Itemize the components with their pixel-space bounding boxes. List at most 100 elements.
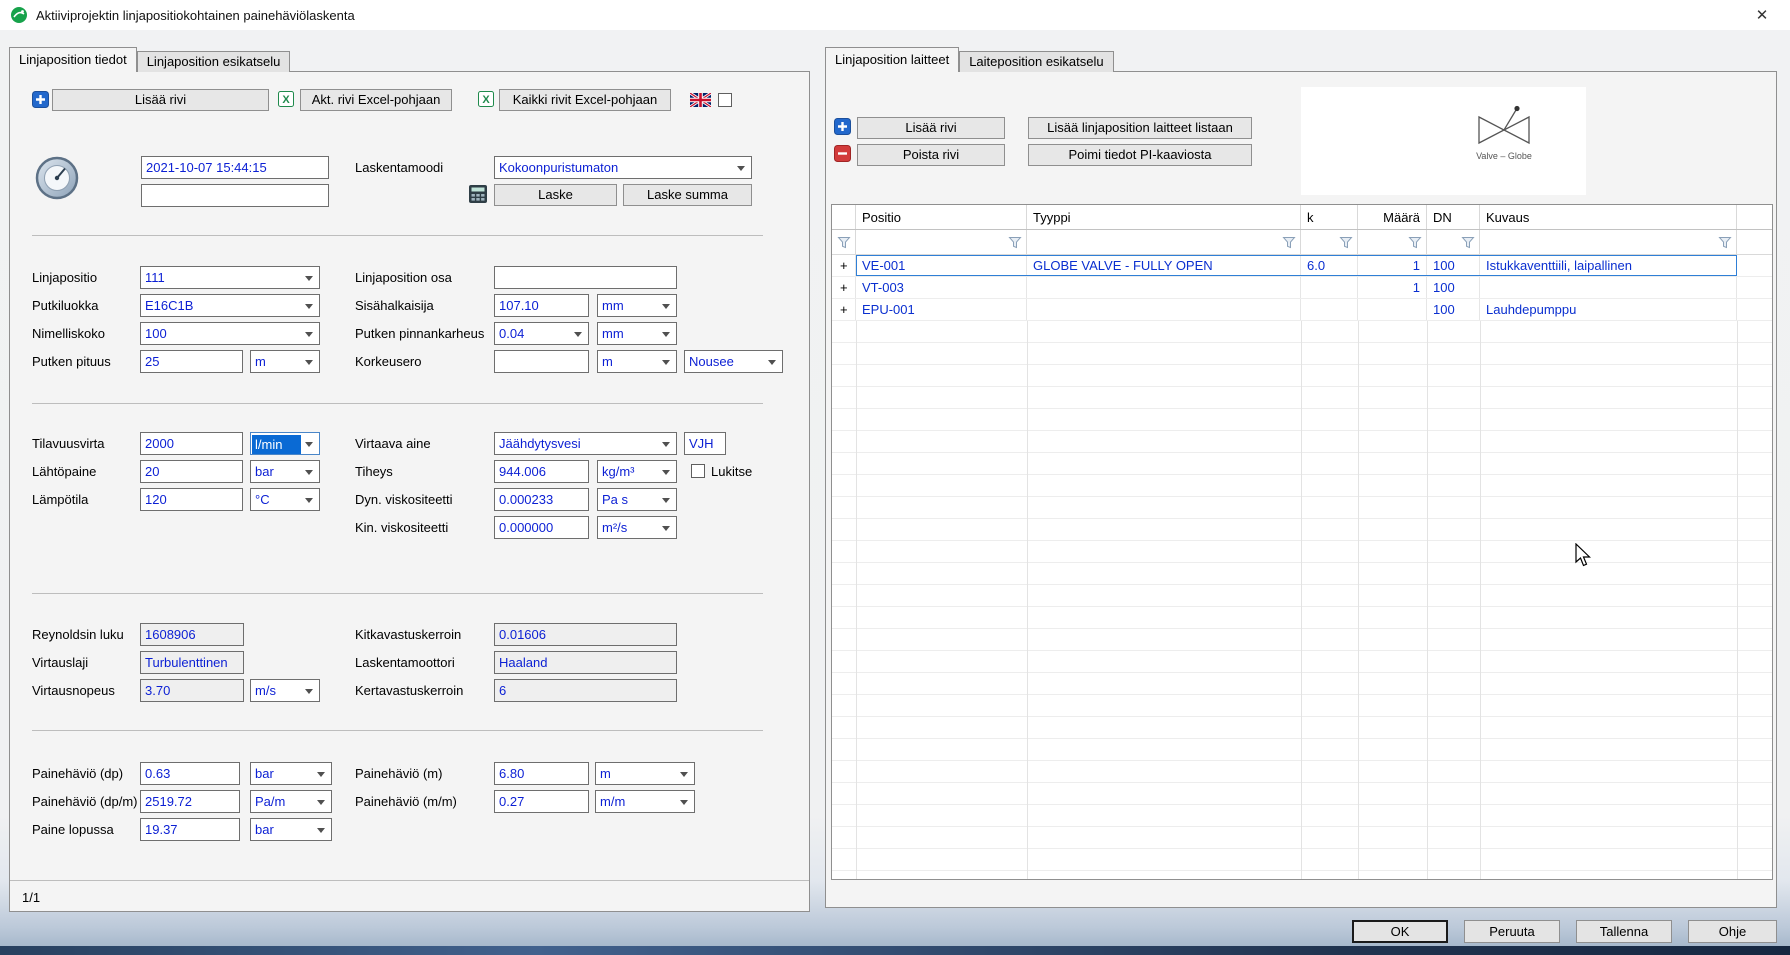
cell-dn[interactable]: 100 [1427, 255, 1480, 276]
row-expand-toggle[interactable]: + [832, 255, 856, 276]
pinnankarheus-unit-select[interactable]: mm [597, 322, 677, 345]
poimi-pi-kaaviosta-button[interactable]: Poimi tiedot PI-kaaviosta [1028, 144, 1252, 166]
korkeusero-field[interactable] [494, 350, 589, 373]
col-header-kuvaus[interactable]: Kuvaus [1480, 205, 1737, 229]
ok-button[interactable]: OK [1352, 920, 1448, 943]
cell-dn[interactable]: 100 [1427, 299, 1480, 320]
painehavio-dp-unit-select[interactable]: bar [250, 762, 332, 785]
col-header-dn[interactable]: DN [1427, 205, 1480, 229]
calculator-icon[interactable] [469, 185, 487, 203]
korkeusero-unit-select[interactable]: m [597, 350, 677, 373]
filter-icon[interactable] [837, 236, 851, 249]
pinnankarheus-select[interactable]: 0.04 [494, 322, 589, 345]
putken-pituus-field[interactable]: 25 [140, 350, 243, 373]
cell-maara[interactable]: 1 [1358, 255, 1427, 276]
virtausnopeus-unit-select[interactable]: m/s [250, 679, 320, 702]
table-row[interactable]: + VT-003 1 100 [832, 277, 1772, 299]
peruuta-button[interactable]: Peruuta [1464, 920, 1560, 943]
painehavio-dpm-unit-select[interactable]: Pa/m [250, 790, 332, 813]
language-checkbox[interactable] [718, 93, 732, 107]
excel-icon[interactable]: X [478, 91, 494, 107]
cell-tyyppi[interactable] [1027, 299, 1301, 320]
filter-cell[interactable] [1427, 230, 1480, 254]
cell-k[interactable]: 6.0 [1301, 255, 1358, 276]
cell-positio[interactable]: VE-001 [856, 255, 1027, 276]
paine-lopussa-field[interactable]: 19.37 [140, 818, 240, 841]
akt-rivi-excel-button[interactable]: Akt. rivi Excel-pohjaan [300, 89, 452, 111]
kaikki-rivit-excel-button[interactable]: Kaikki rivit Excel-pohjaan [499, 89, 671, 111]
painehavio-mm-field[interactable]: 0.27 [494, 790, 589, 813]
remove-icon[interactable] [834, 145, 851, 162]
timestamp-field-2[interactable] [141, 184, 329, 207]
tallenna-button[interactable]: Tallenna [1576, 920, 1672, 943]
filter-icon[interactable] [1339, 236, 1353, 249]
filter-icon[interactable] [1282, 236, 1296, 249]
col-header-maara[interactable]: Määrä [1358, 205, 1427, 229]
filter-cell[interactable] [1301, 230, 1358, 254]
row-expand-toggle[interactable]: + [832, 299, 856, 320]
lisaa-laitteet-listaan-button[interactable]: Lisää linjaposition laitteet listaan [1028, 117, 1252, 139]
cell-positio[interactable]: VT-003 [856, 277, 1027, 298]
painehavio-m-unit-select[interactable]: m [595, 762, 695, 785]
aine-code-field[interactable]: VJH [684, 432, 726, 455]
tab-linjaposition-laitteet[interactable]: Linjaposition laitteet [825, 47, 959, 72]
dyn-viskositeetti-field[interactable]: 0.000233 [494, 488, 589, 511]
col-header-k[interactable]: k [1301, 205, 1358, 229]
cell-kuvaus[interactable] [1480, 277, 1737, 298]
row-expand-toggle[interactable]: + [832, 277, 856, 298]
linjaposition-osa-field[interactable] [494, 266, 677, 289]
ohje-button[interactable]: Ohje [1688, 920, 1777, 943]
col-header-positio[interactable]: Positio [856, 205, 1027, 229]
tab-linjaposition-tiedot[interactable]: Linjaposition tiedot [9, 47, 137, 72]
lisaa-rivi-button[interactable]: Lisää rivi [857, 117, 1005, 139]
painehavio-dpm-field[interactable]: 2519.72 [140, 790, 240, 813]
cell-dn[interactable]: 100 [1427, 277, 1480, 298]
poista-rivi-button[interactable]: Poista rivi [857, 144, 1005, 166]
painehavio-m-field[interactable]: 6.80 [494, 762, 589, 785]
putkiluokka-select[interactable]: E16C1B [140, 294, 320, 317]
close-button[interactable]: ✕ [1744, 0, 1780, 30]
cell-maara[interactable] [1358, 299, 1427, 320]
cell-tyyppi[interactable] [1027, 277, 1301, 298]
cell-kuvaus[interactable]: Istukkaventtiili, laipallinen [1480, 255, 1737, 276]
cell-kuvaus[interactable]: Lauhdepumppu [1480, 299, 1737, 320]
tiheys-unit-select[interactable]: kg/m³ [597, 460, 677, 483]
filter-icon[interactable] [1718, 236, 1732, 249]
table-row[interactable]: + VE-001 GLOBE VALVE - FULLY OPEN 6.0 1 … [832, 255, 1772, 277]
dyn-viskositeetti-unit-select[interactable]: Pa s [597, 488, 677, 511]
excel-icon[interactable]: X [278, 91, 294, 107]
filter-cell[interactable] [1480, 230, 1737, 254]
sisahalkaisija-field[interactable]: 107.10 [494, 294, 589, 317]
lampotila-unit-select[interactable]: °C [250, 488, 320, 511]
linjapositio-select[interactable]: 111 [140, 266, 320, 289]
add-icon[interactable] [32, 91, 49, 108]
kin-viskositeetti-field[interactable]: 0.000000 [494, 516, 589, 539]
cell-positio[interactable]: EPU-001 [856, 299, 1027, 320]
tab-laiteposition-esikatselu[interactable]: Laiteposition esikatselu [959, 51, 1113, 72]
laske-button[interactable]: Laske [494, 184, 617, 206]
cell-k[interactable] [1301, 299, 1358, 320]
uk-flag-icon[interactable] [690, 93, 711, 107]
lukitse-checkbox[interactable] [691, 464, 705, 478]
table-row[interactable]: + EPU-001 100 Lauhdepumppu [832, 299, 1772, 321]
filter-icon[interactable] [1008, 236, 1022, 249]
nimelliskoko-select[interactable]: 100 [140, 322, 320, 345]
filter-cell[interactable] [832, 230, 856, 254]
virtaava-aine-select[interactable]: Jäähdytysvesi [494, 432, 677, 455]
tilavuusvirta-unit-select[interactable]: l/min [250, 432, 320, 455]
filter-icon[interactable] [1461, 236, 1475, 249]
putken-pituus-unit-select[interactable]: m [250, 350, 320, 373]
painehavio-mm-unit-select[interactable]: m/m [595, 790, 695, 813]
sisahalkaisija-unit-select[interactable]: mm [597, 294, 677, 317]
filter-cell[interactable] [856, 230, 1027, 254]
cell-maara[interactable]: 1 [1358, 277, 1427, 298]
lampotila-field[interactable]: 120 [140, 488, 243, 511]
laske-summa-button[interactable]: Laske summa [623, 184, 752, 206]
korkeusero-direction-select[interactable]: Nousee [684, 350, 783, 373]
tab-linjaposition-esikatselu[interactable]: Linjaposition esikatselu [137, 51, 291, 72]
paine-lopussa-unit-select[interactable]: bar [250, 818, 332, 841]
lisaa-rivi-button[interactable]: Lisää rivi [52, 89, 269, 111]
lahtopaine-field[interactable]: 20 [140, 460, 243, 483]
timestamp-field[interactable]: 2021-10-07 15:44:15 [141, 156, 329, 179]
cell-tyyppi[interactable]: GLOBE VALVE - FULLY OPEN [1027, 255, 1301, 276]
